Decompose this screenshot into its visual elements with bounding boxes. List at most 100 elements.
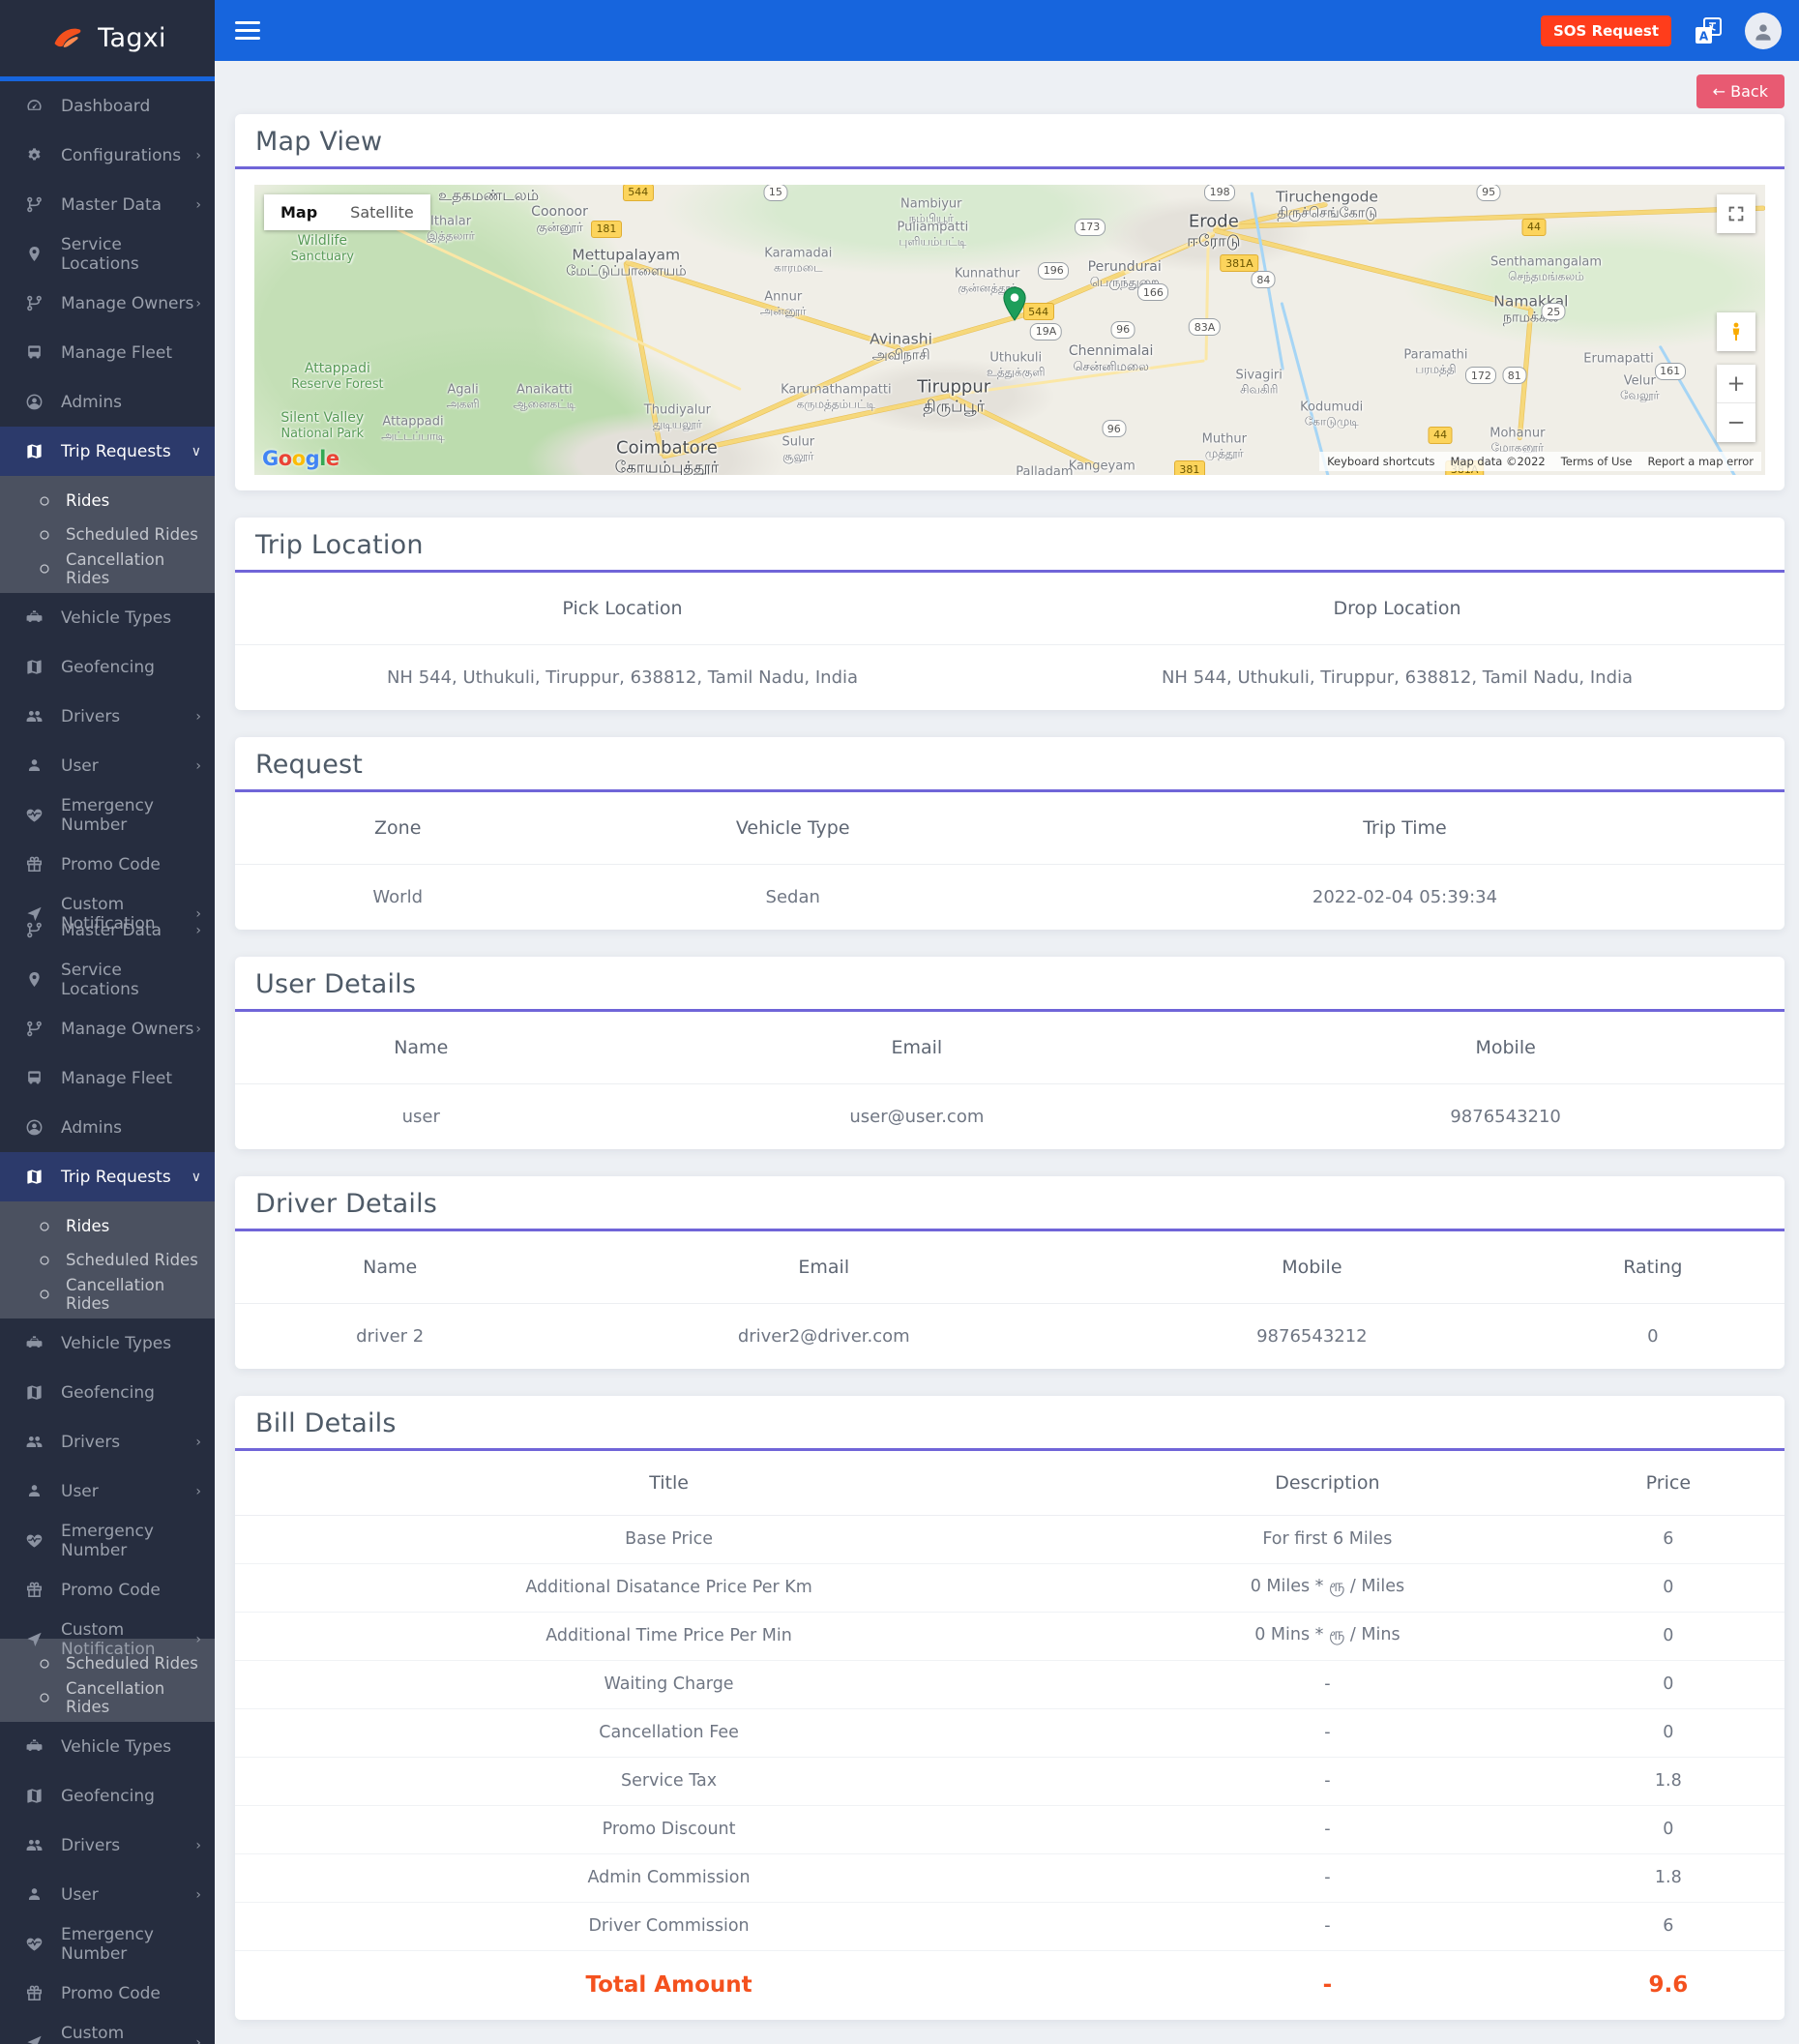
sidebar-item[interactable]: Vehicle Types <box>0 1318 215 1368</box>
sidebar-item[interactable]: Trip Requests ∨ <box>0 1152 215 1201</box>
sidebar-item[interactable]: Emergency Number <box>0 790 215 840</box>
sidebar-item-icon <box>25 608 44 627</box>
sidebar-item[interactable]: Scheduled Rides <box>0 518 215 551</box>
sidebar-item-label: Emergency Number <box>61 1522 201 1560</box>
sidebar-item[interactable]: Admins <box>0 377 215 427</box>
sidebar-item[interactable]: Promo Code <box>0 840 215 889</box>
sidebar-item[interactable]: Configurations › <box>0 131 215 180</box>
pegman-control[interactable] <box>1717 312 1755 351</box>
sidebar-item[interactable]: Promo Code <box>0 1969 215 2018</box>
sidebar-item[interactable]: Service Locations <box>0 229 215 279</box>
sidebar-item-icon <box>25 442 44 460</box>
sidebar-item[interactable]: Promo Code <box>0 1565 215 1614</box>
sidebar-item[interactable]: User › <box>0 741 215 790</box>
sidebar-item-icon <box>39 529 50 541</box>
table-header-row: Pick Location Drop Location <box>235 573 1784 644</box>
google-logo[interactable]: Google <box>262 447 339 470</box>
fullscreen-button[interactable] <box>1717 194 1755 233</box>
sidebar-item-label: User <box>61 756 99 776</box>
column-header: Vehicle Type <box>560 792 1025 864</box>
sidebar-item[interactable]: Drivers › <box>0 692 215 741</box>
map-route-badge: 15 <box>763 185 787 201</box>
sidebar-item[interactable]: Custom Notification › <box>0 1614 215 1664</box>
sidebar-item-label: Rides <box>66 491 109 510</box>
sidebar-item[interactable]: Manage Owners › <box>0 279 215 328</box>
sidebar-item-label: Custom Notification <box>61 1620 195 1659</box>
zoom-in-button[interactable]: + <box>1717 365 1755 403</box>
map-route-badge: 166 <box>1137 283 1168 301</box>
report-map-error-link[interactable]: Report a map error <box>1647 455 1754 468</box>
map-place-label: Senthamangalamசெந்தமங்கலம் <box>1490 254 1602 282</box>
sidebar-item[interactable]: Custom Notification › <box>0 2018 215 2044</box>
bill-row: Admin Commission - 1.8 <box>235 1853 1784 1902</box>
sidebar-item-label: Manage Fleet <box>61 343 172 363</box>
sidebar-item[interactable]: Master Data › <box>0 180 215 229</box>
zoom-out-button[interactable]: − <box>1717 403 1755 442</box>
pickup-marker[interactable] <box>1002 286 1027 321</box>
sidebar-item[interactable]: Admins <box>0 1103 215 1152</box>
translate-icon[interactable]: A <box>1693 15 1724 46</box>
sidebar-item[interactable]: User › <box>0 1870 215 1919</box>
brand-logo[interactable]: Tagxi <box>0 0 215 76</box>
sidebar-item[interactable]: Drivers › <box>0 1417 215 1466</box>
sidebar-item-icon <box>25 707 44 726</box>
bill-title: Cancellation Fee <box>235 1708 1103 1757</box>
map-type-button-map[interactable]: Map <box>264 194 334 230</box>
sidebar-item[interactable]: Manage Owners › <box>0 1004 215 1053</box>
sidebar-item[interactable]: Trip Requests ∨ <box>0 427 215 476</box>
terms-of-use-link[interactable]: Terms of Use <box>1561 455 1633 468</box>
sidebar-item[interactable]: Service Locations <box>0 955 215 1004</box>
sidebar-item[interactable]: Vehicle Types <box>0 1722 215 1771</box>
map-place-label: Erodeஈரோடு <box>1187 212 1240 252</box>
sidebar-item[interactable]: Manage Fleet <box>0 328 215 377</box>
sidebar-item[interactable]: Geofencing <box>0 1368 215 1417</box>
sidebar-item[interactable]: Geofencing <box>0 642 215 692</box>
sidebar-item[interactable]: Vehicle Types <box>0 593 215 642</box>
sidebar-item[interactable]: Scheduled Rides <box>0 1243 215 1277</box>
sidebar-item-label: Cancellation Rides <box>66 1679 201 1716</box>
sidebar-item[interactable]: Master Data › <box>0 905 215 955</box>
sidebar-item-icon <box>25 294 44 312</box>
sidebar-item-label: Configurations <box>61 146 181 165</box>
sidebar-item-icon <box>25 2033 44 2044</box>
sidebar-item[interactable]: Drivers › <box>0 1821 215 1870</box>
sidebar-item[interactable]: Manage Fleet <box>0 1053 215 1103</box>
map-place-label: Karumathampattiகருமத்தம்பட்டி <box>781 382 891 410</box>
sidebar-item-icon <box>25 1168 44 1186</box>
sidebar-item[interactable]: Cancellation Rides <box>0 551 215 593</box>
column-header: Pick Location <box>235 573 1010 644</box>
sidebar-item-icon <box>39 495 50 507</box>
chevron-icon: › <box>195 1022 201 1037</box>
google-map[interactable]: உதகமண்டலம் Tiruchengodeதிருச்செங்கோடு Er… <box>254 185 1765 475</box>
column-header: Price <box>1552 1451 1784 1515</box>
sidebar-item[interactable]: Emergency Number <box>0 1919 215 1969</box>
sidebar-item-icon <box>25 97 44 115</box>
bill-description: - <box>1103 1660 1552 1708</box>
sidebar-item[interactable]: Dashboard <box>0 81 215 131</box>
avatar[interactable] <box>1745 13 1782 49</box>
sidebar-item[interactable]: User › <box>0 1466 215 1516</box>
sos-request-button[interactable]: SOS Request <box>1541 15 1671 46</box>
keyboard-shortcuts-link[interactable]: Keyboard shortcuts <box>1327 455 1434 468</box>
sidebar-item-icon <box>39 1221 50 1232</box>
sidebar-item[interactable]: Rides <box>0 476 215 518</box>
section-title-map-view: Map View <box>235 114 1784 166</box>
sidebar-item-icon <box>25 1069 44 1087</box>
map-route-badge: 161 <box>1655 363 1686 380</box>
map-place-label: AttappadiReserve Forest <box>291 361 383 392</box>
map-type-button-satellite[interactable]: Satellite <box>334 194 430 230</box>
bill-row: Waiting Charge - 0 <box>235 1660 1784 1708</box>
sidebar-item[interactable]: Rides <box>0 1201 215 1243</box>
bill-description: - <box>1103 1902 1552 1950</box>
map-view-card: Map View <box>235 114 1784 490</box>
sidebar-item[interactable]: Cancellation Rides <box>0 1680 215 1722</box>
back-button[interactable]: ← Back <box>1696 74 1784 108</box>
sidebar-item-label: Scheduled Rides <box>66 1251 198 1269</box>
bill-description: 0 Mins * ரூ / Mins <box>1103 1612 1552 1660</box>
table-header-row: Name Email Mobile <box>235 1012 1784 1083</box>
sidebar-item[interactable]: Cancellation Rides <box>0 1277 215 1318</box>
hamburger-menu-icon[interactable] <box>235 16 260 44</box>
column-header: Title <box>235 1451 1103 1515</box>
sidebar-item[interactable]: Emergency Number <box>0 1516 215 1565</box>
sidebar-item[interactable]: Geofencing <box>0 1771 215 1821</box>
